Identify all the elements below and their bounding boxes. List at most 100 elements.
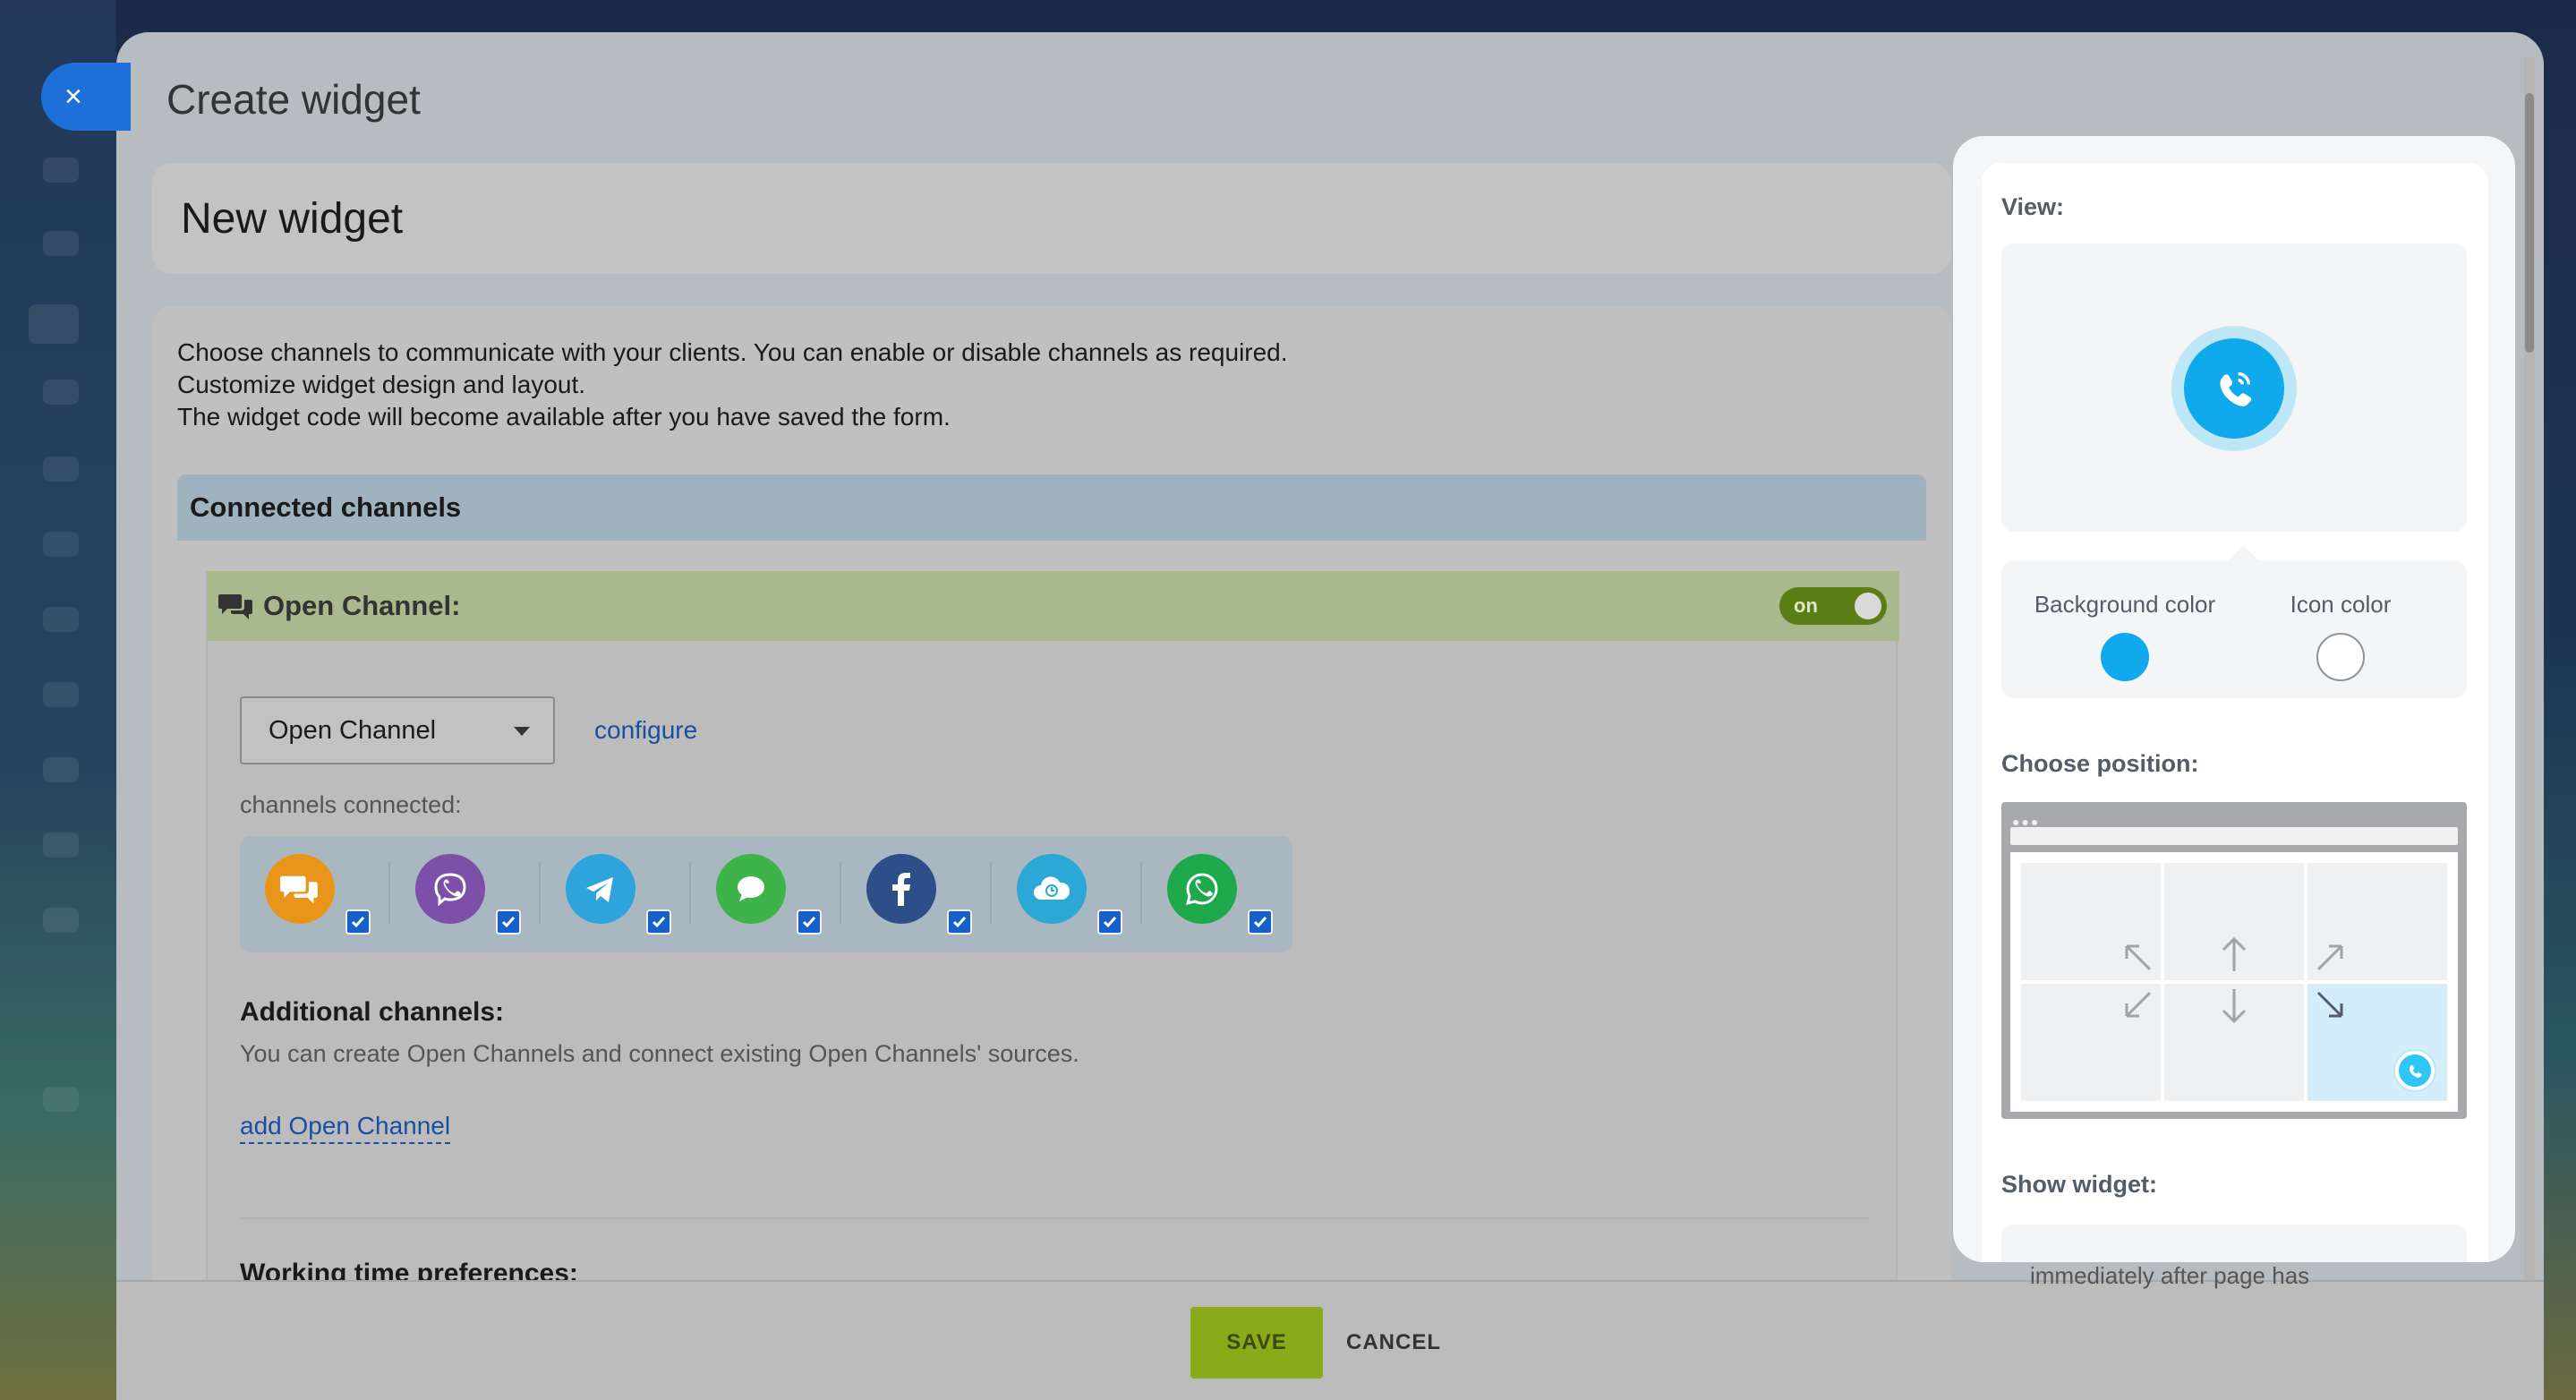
icon-color-setting: Icon color (2275, 591, 2406, 681)
channel-message[interactable] (716, 854, 786, 924)
check-icon (952, 917, 967, 928)
widget-preview-core (2184, 338, 2284, 439)
background-nav-item (43, 757, 79, 782)
channels-connected-label: channels connected: (240, 791, 462, 818)
check-icon (802, 917, 816, 928)
viber-icon (434, 873, 466, 907)
view-pointer (2228, 545, 2258, 576)
whatsapp-icon (1185, 873, 1218, 906)
channel-whatsapp[interactable] (1167, 854, 1237, 924)
background-nav-item (43, 380, 79, 405)
background-color-label: Background color (2034, 591, 2216, 618)
channel-cloud[interactable] (1017, 854, 1087, 924)
check-icon (1253, 917, 1267, 928)
additional-channels-title: Additional channels: (240, 997, 505, 1027)
check-icon (1103, 917, 1117, 928)
background-nav-item (43, 457, 79, 482)
widget-name-value: New widget (181, 194, 404, 243)
channel-checkbox[interactable] (797, 909, 822, 935)
position-bottom-center[interactable] (2164, 984, 2304, 1101)
background-color-swatch[interactable] (2101, 633, 2149, 681)
icon-color-swatch[interactable] (2316, 633, 2365, 681)
widget-name-field[interactable]: New widget (152, 163, 1951, 274)
chat-bubbles-icon (218, 594, 252, 619)
arrow-up-left-icon (2125, 944, 2152, 971)
position-picker: ●●● (2001, 802, 2467, 1119)
configure-link[interactable]: configure (594, 716, 697, 745)
background-sidebar (0, 0, 116, 1400)
channel-checkbox[interactable] (345, 909, 371, 935)
show-widget-option[interactable]: immediately after page has (2030, 1262, 2309, 1290)
background-nav-item (43, 832, 79, 858)
toggle-label: on (1794, 594, 1818, 617)
background-nav-item (43, 682, 79, 707)
channel-checkbox[interactable] (1248, 909, 1273, 935)
cancel-button[interactable]: CANCEL (1346, 1307, 1441, 1379)
channel-checkbox[interactable] (947, 909, 972, 935)
close-button[interactable]: × (41, 63, 131, 131)
channels-connected-list (240, 836, 1292, 952)
phone-chat-icon (2409, 1064, 2422, 1078)
channel-viber[interactable] (415, 854, 485, 924)
background-nav-item (43, 908, 79, 933)
position-top-center[interactable] (2164, 863, 2304, 980)
add-open-channel-link[interactable]: add Open Channel (240, 1112, 451, 1144)
background-nav-item (43, 1087, 79, 1112)
background-nav-item (29, 304, 79, 344)
position-grid (2021, 863, 2447, 1101)
channel-live-chat[interactable] (265, 854, 335, 924)
arrow-down-right-icon (2316, 991, 2343, 1018)
toggle-knob (1855, 593, 1881, 619)
channel-telegram[interactable] (566, 854, 635, 924)
open-channel-toggle[interactable]: on (1779, 587, 1887, 625)
section-divider (240, 1217, 1869, 1219)
channel-facebook[interactable] (866, 854, 936, 924)
channel-separator (388, 861, 390, 924)
chat-bubbles-icon (280, 875, 318, 904)
channel-checkbox[interactable] (496, 909, 521, 935)
radio-label: immediately after page has (2030, 1262, 2310, 1289)
widget-preview-button (2171, 326, 2297, 451)
color-settings: Background color Icon color (2001, 545, 2467, 698)
position-top-left[interactable] (2021, 863, 2161, 980)
check-icon (652, 917, 666, 928)
mini-widget-preview (2395, 1051, 2435, 1090)
arrow-up-right-icon (2316, 944, 2343, 971)
background-color-setting: Background color (2032, 591, 2218, 681)
open-channel-header: Open Channel: on (208, 571, 1899, 641)
description-line: The widget code will become available af… (177, 403, 951, 431)
telegram-icon (586, 877, 613, 902)
connected-channels-header: Connected channels (177, 474, 1926, 541)
chevron-down-icon (514, 727, 530, 736)
channel-separator (689, 861, 691, 924)
settings-card: Choose channels to communicate with your… (152, 306, 1951, 1400)
open-channel-select[interactable]: Open Channel (240, 696, 555, 764)
check-icon (501, 917, 516, 928)
open-channel-section: Open Channel: on Open Channel configure … (206, 571, 1899, 1400)
modal-scrollbar[interactable] (2524, 57, 2535, 1280)
scrollbar-thumb[interactable] (2525, 93, 2534, 353)
arrow-down-left-icon (2125, 991, 2152, 1018)
widget-preview-content: View: Background color Icon color Choose… (1982, 163, 2488, 1262)
show-widget-options (2001, 1225, 2467, 1262)
position-screen (2010, 852, 2458, 1112)
facebook-icon (892, 873, 910, 906)
browser-address-bar (2010, 827, 2458, 845)
channel-checkbox[interactable] (646, 909, 671, 935)
widget-preview-panel: View: Background color Icon color Choose… (1953, 136, 2515, 1262)
arrow-up-icon (2222, 936, 2247, 971)
position-bottom-right[interactable] (2307, 984, 2447, 1101)
widget-view-box (2001, 243, 2467, 532)
background-nav-item (43, 607, 79, 632)
icon-color-label: Icon color (2290, 591, 2392, 618)
background-nav-item (43, 231, 79, 256)
view-label: View: (2001, 193, 2065, 220)
position-bottom-left[interactable] (2021, 984, 2161, 1101)
position-top-right[interactable] (2307, 863, 2447, 980)
background-nav-item (43, 158, 79, 183)
save-button[interactable]: SAVE (1190, 1307, 1323, 1379)
check-icon (351, 917, 365, 928)
modal-footer: SAVE CANCEL (116, 1280, 2544, 1400)
channel-checkbox[interactable] (1097, 909, 1122, 935)
description-line: Choose channels to communicate with your… (177, 338, 1288, 366)
